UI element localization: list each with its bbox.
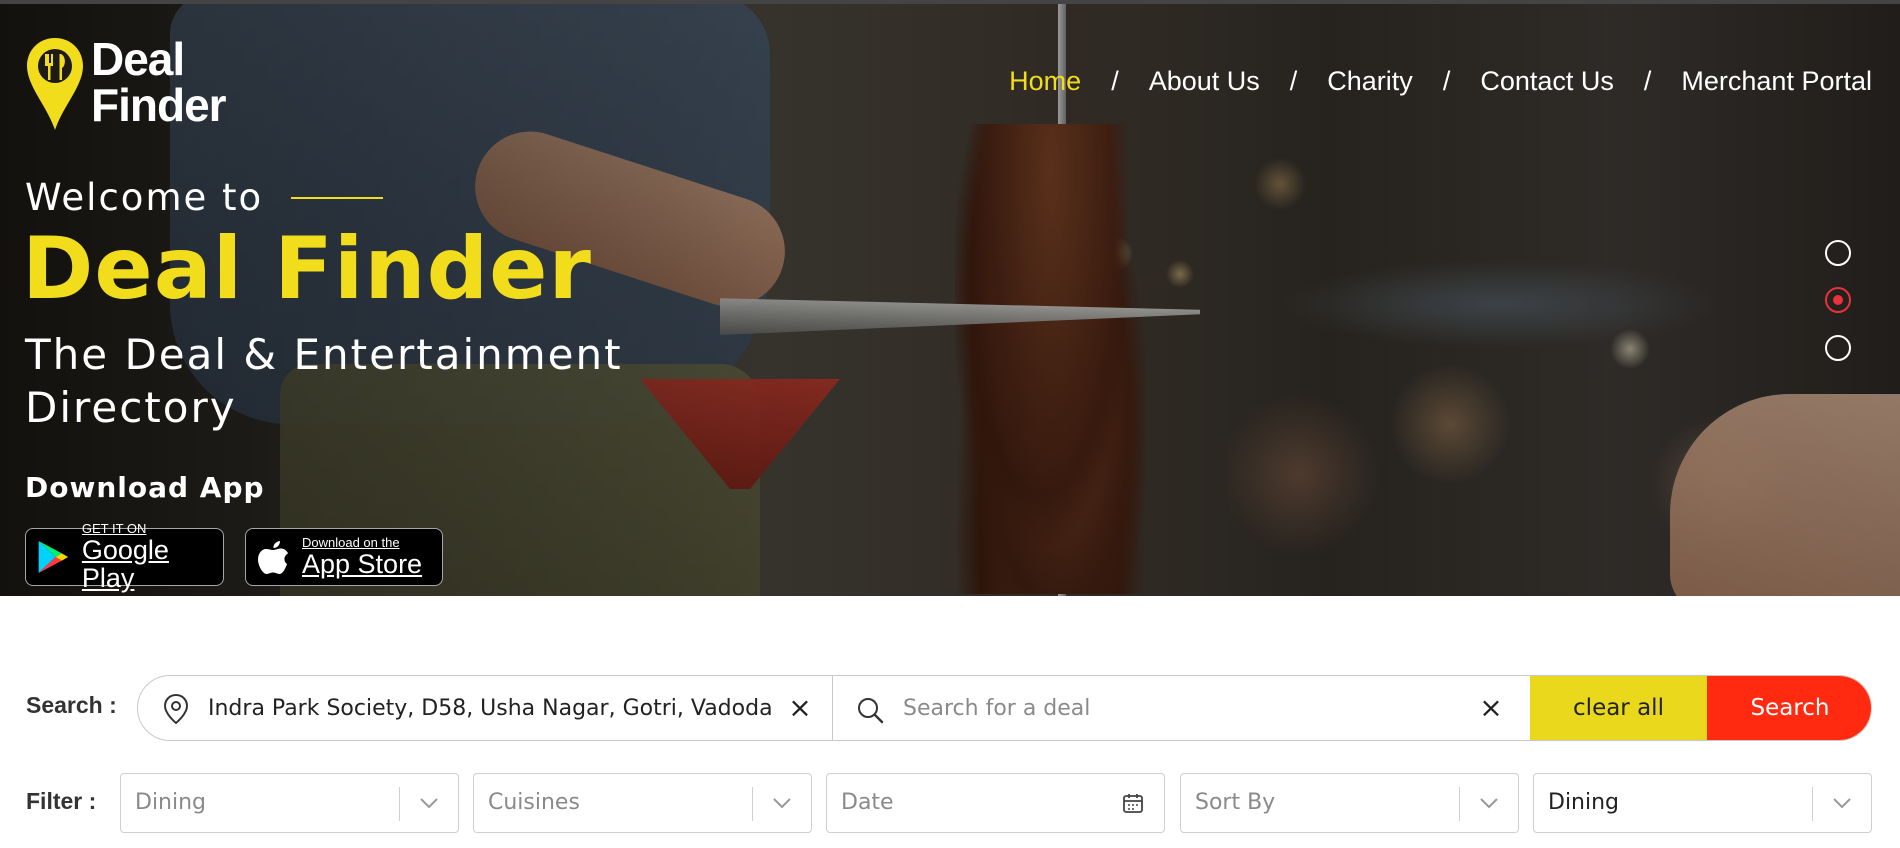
filter-dining-select[interactable]: Dining [120, 773, 459, 833]
hero-banner: Deal Finder Home / About Us / Charity / … [0, 4, 1900, 596]
nav-separator: / [1442, 66, 1451, 96]
hero-subtitle: The Deal & Entertainment Directory [25, 330, 623, 432]
chevron-down-icon [1833, 798, 1851, 809]
map-pin-fork-knife-icon [27, 38, 83, 130]
logo-line-1: Deal [91, 33, 185, 85]
logo-text: Deal Finder [91, 33, 227, 131]
chevron-down-icon [1480, 798, 1498, 809]
deal-field: × [833, 676, 1533, 740]
filter-label: Filter : [26, 788, 97, 814]
chevron-down-icon [420, 798, 438, 809]
hero-title: Deal Finder [22, 219, 592, 319]
nav-separator: / [1111, 66, 1119, 96]
filter-date-picker[interactable]: Date [826, 773, 1165, 833]
google-play-small: GET IT ON [81, 521, 147, 536]
search-icon [858, 698, 884, 724]
nav-about-us[interactable]: About Us [1149, 66, 1260, 97]
filter-category-select[interactable]: Dining [1533, 773, 1872, 833]
location-input[interactable] [208, 689, 773, 727]
filter-sort-by-select[interactable]: Sort By [1180, 773, 1519, 833]
nav-separator: / [1289, 66, 1298, 96]
clear-deal-button[interactable]: × [1476, 693, 1506, 723]
filter-dining-value: Dining [135, 790, 207, 815]
filter-sort-by-value: Sort By [1195, 790, 1276, 815]
logo-line-2: Finder [91, 79, 227, 131]
app-store-button[interactable]: Download on the App Store [245, 528, 443, 586]
calendar-icon [1123, 794, 1143, 813]
brand-logo[interactable]: Deal Finder [25, 36, 265, 136]
select-divider [1812, 787, 1813, 821]
nav-contact-us[interactable]: Contact Us [1480, 66, 1614, 97]
filter-category-value: Dining [1548, 790, 1620, 815]
app-store-small: Download on the [302, 535, 400, 550]
app-store-big: App Store [302, 549, 423, 579]
select-divider [399, 787, 400, 821]
location-pin-icon [163, 693, 189, 725]
download-app-label: Download App [25, 471, 265, 504]
slider-dot-1[interactable] [1825, 240, 1851, 266]
nav-merchant-portal[interactable]: Merchant Portal [1681, 66, 1872, 97]
search-bar: × × clear all Search [137, 675, 1872, 741]
slider-dot-2[interactable] [1825, 287, 1851, 313]
hero-welcome: Welcome to [25, 176, 384, 219]
nav-charity[interactable]: Charity [1327, 66, 1413, 97]
google-play-big: Google Play [81, 535, 169, 593]
nav-separator: / [1643, 66, 1652, 96]
nav-home[interactable]: Home [1009, 66, 1081, 97]
deal-search-input[interactable] [903, 689, 1443, 727]
welcome-underline [291, 196, 384, 199]
slider-dot-3[interactable] [1825, 335, 1851, 361]
select-divider [752, 787, 753, 821]
search-button[interactable]: Search [1707, 676, 1871, 740]
google-play-icon [38, 540, 69, 574]
clear-location-button[interactable]: × [785, 693, 815, 723]
google-play-button[interactable]: GET IT ON Google Play [25, 522, 224, 592]
select-divider [1459, 787, 1460, 821]
location-field: × [138, 676, 833, 740]
filter-date-value: Date [841, 790, 894, 815]
filter-cuisines-select[interactable]: Cuisines [473, 773, 812, 833]
apple-icon [258, 541, 288, 574]
chevron-down-icon [773, 798, 791, 809]
hero-welcome-text: Welcome to [25, 176, 264, 219]
filter-cuisines-value: Cuisines [488, 790, 580, 815]
clear-all-button[interactable]: clear all [1530, 676, 1707, 740]
search-label: Search : [26, 692, 117, 718]
main-nav: Home / About Us / Charity / Contact Us /… [1009, 66, 1872, 97]
